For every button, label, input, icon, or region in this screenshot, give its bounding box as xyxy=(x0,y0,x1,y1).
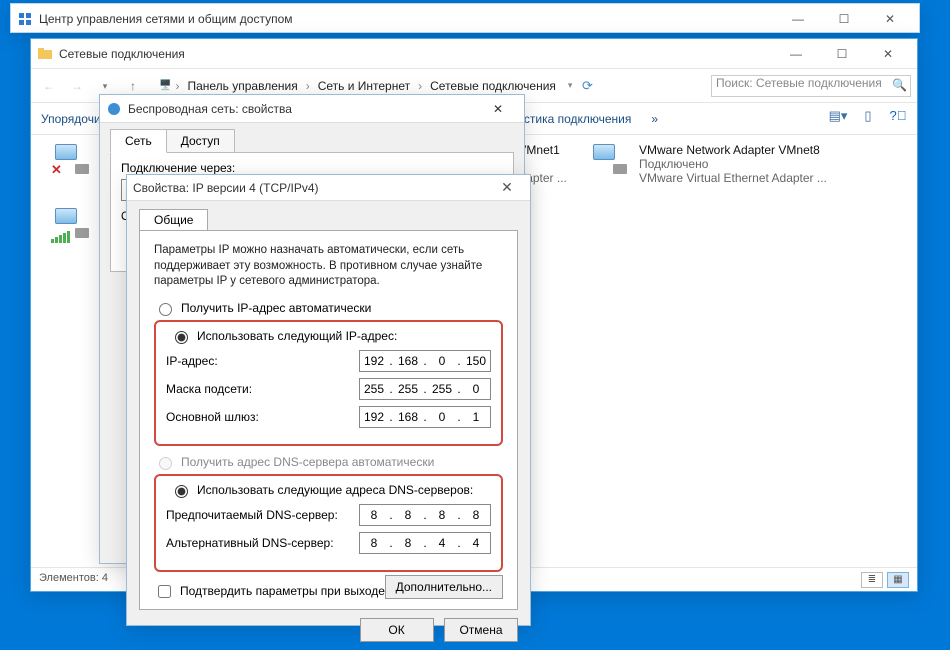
maximize-button[interactable]: ☐ xyxy=(821,5,867,33)
search-icon: 🔍 xyxy=(892,78,907,92)
radio-use-dns[interactable]: Использовать следующие адреса DNS-сервер… xyxy=(170,482,473,498)
ok-button[interactable]: ОК xyxy=(360,618,434,642)
minimize-button[interactable]: — xyxy=(773,40,819,68)
radio-auto-ip[interactable]: Получить IP-адрес автоматически xyxy=(154,300,503,316)
network-adapter-icon xyxy=(106,101,122,117)
label-ip: IP-адрес: xyxy=(166,354,359,368)
nav-back-button[interactable]: ← xyxy=(37,74,61,98)
ip-group-highlight: Использовать следующий IP-адрес: IP-адре… xyxy=(154,320,503,446)
breadcrumb-item[interactable]: Сетевые подключения xyxy=(426,79,560,93)
tab-access[interactable]: Доступ xyxy=(166,129,235,153)
preview-pane-button[interactable]: ▯ xyxy=(857,108,879,130)
window-title: Центр управления сетями и общим доступом xyxy=(39,12,293,26)
disconnected-icon: ✕ xyxy=(51,162,62,178)
adapter-device: VMware Virtual Ethernet Adapter ... xyxy=(639,171,827,185)
radio-use-ip[interactable]: Использовать следующий IP-адрес: xyxy=(170,328,397,344)
cancel-button[interactable]: Отмена xyxy=(444,618,518,642)
close-button[interactable]: ✕ xyxy=(867,5,913,33)
network-center-icon xyxy=(17,11,33,27)
label-dns1: Предпочитаемый DNS-сервер: xyxy=(166,508,359,522)
minimize-button[interactable]: — xyxy=(775,5,821,33)
close-button[interactable]: ✕ xyxy=(865,40,911,68)
close-button[interactable]: ✕ xyxy=(478,102,518,116)
ipv4-description: Параметры IP можно назначать автоматичес… xyxy=(154,243,503,290)
nic-icon xyxy=(591,143,631,177)
label-dns2: Альтернативный DNS-сервер: xyxy=(166,536,359,550)
tab-network[interactable]: Сеть xyxy=(110,129,167,153)
input-dns-alternate[interactable]: 8.8.4.4 xyxy=(359,532,491,554)
tab-general[interactable]: Общие xyxy=(139,209,208,231)
radio-auto-dns: Получить адрес DNS-сервера автоматически xyxy=(154,454,503,470)
adapter-status: Подключено xyxy=(639,157,827,171)
adapter-name: VMware Network Adapter VMnet8 xyxy=(639,143,827,157)
chevron-right-icon: › xyxy=(418,79,422,93)
input-gateway[interactable]: 192.168.0.1 xyxy=(359,406,491,428)
input-ip-address[interactable]: 192.168.0.150 xyxy=(359,350,491,372)
ipv4-properties-window: Свойства: IP версии 4 (TCP/IPv4) ✕ Общие… xyxy=(126,174,531,626)
dns-group-highlight: Использовать следующие адреса DNS-сервер… xyxy=(154,474,503,572)
breadcrumb-icon: 🖥️ xyxy=(159,80,171,91)
nav-forward-button[interactable]: → xyxy=(65,74,89,98)
folder-icon xyxy=(37,46,53,62)
breadcrumb-dropdown-icon[interactable]: ▾ xyxy=(564,80,573,91)
input-subnet-mask[interactable]: 255.255.255.0 xyxy=(359,378,491,400)
input-dns-preferred[interactable]: 8.8.8.8 xyxy=(359,504,491,526)
network-center-window: Центр управления сетями и общим доступом… xyxy=(10,3,920,33)
item-count: Элементов: 4 xyxy=(39,572,108,587)
more-chevron[interactable]: » xyxy=(641,112,668,126)
view-options-button[interactable]: ▤▾ xyxy=(827,108,849,130)
window-title: Свойства: IP версии 4 (TCP/IPv4) xyxy=(133,181,319,195)
adapter-item-vmnet8[interactable]: VMware Network Adapter VMnet8 Подключено… xyxy=(591,143,891,185)
view-details-button[interactable]: ≣ xyxy=(861,572,883,588)
breadcrumb-item[interactable]: Панель управления xyxy=(183,79,301,93)
refresh-button[interactable]: ⟳ xyxy=(576,78,598,94)
maximize-button[interactable]: ☐ xyxy=(819,40,865,68)
advanced-button[interactable]: Дополнительно... xyxy=(385,575,503,599)
label-mask: Маска подсети: xyxy=(166,382,359,396)
chevron-right-icon: › xyxy=(306,79,310,93)
wifi-signal-icon xyxy=(51,231,70,243)
window-title: Сетевые подключения xyxy=(59,47,185,61)
label-gateway: Основной шлюз: xyxy=(166,410,359,424)
search-input[interactable]: Поиск: Сетевые подключения🔍 xyxy=(711,75,911,97)
window-title: Беспроводная сеть: свойства xyxy=(128,102,292,116)
breadcrumb-item[interactable]: Сеть и Интернет xyxy=(314,79,414,93)
nic-icon: ✕ xyxy=(53,143,93,177)
help-button[interactable]: ?⃝ xyxy=(887,108,909,130)
chevron-right-icon: › xyxy=(175,79,179,93)
close-button[interactable]: ✕ xyxy=(490,179,524,196)
nic-icon xyxy=(53,207,93,241)
view-largeicons-button[interactable]: ▦ xyxy=(887,572,909,588)
